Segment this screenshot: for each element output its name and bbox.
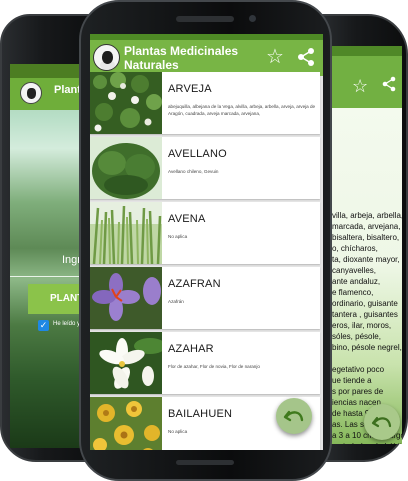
detail-text-line: variedades de hábito <box>332 441 402 444</box>
detail-text-line: egetativo poco <box>332 365 385 374</box>
plant-thumbnail <box>90 137 162 199</box>
app-logo-icon <box>20 82 42 104</box>
plant-list: ARVEJA abejuquilla, albejana de la Vega,… <box>90 72 323 450</box>
detail-text-line: ta, dioxante mayor, <box>332 255 400 264</box>
favorite-star-icon[interactable]: ☆ <box>264 46 286 68</box>
right-share-icon[interactable] <box>382 76 396 92</box>
right-undo-button[interactable] <box>364 404 400 440</box>
share-icon[interactable] <box>296 47 316 67</box>
detail-text-line: canyavelles, <box>332 266 377 275</box>
detail-text-line: o, chícharos, <box>332 244 378 253</box>
detail-text-line: bisaltera, bisaltero, <box>332 233 400 242</box>
detail-text-line: ordinario, guisante <box>332 299 398 308</box>
app-logo-icon <box>93 44 120 71</box>
detail-text-line: sóles, pésole, <box>332 332 381 341</box>
undo-arrow-icon <box>283 410 304 422</box>
plant-thumbnail <box>90 267 162 329</box>
plant-thumbnail <box>90 397 162 450</box>
plant-name: BAILAHUEN <box>168 408 233 420</box>
plant-common-names: No aplica <box>168 234 188 239</box>
detail-text-line: tantera , guisantes <box>332 310 398 319</box>
terms-checkbox[interactable]: ✓ <box>38 320 49 331</box>
plant-thumbnail <box>90 72 162 134</box>
plant-row-avellano[interactable]: AVELLANO Avellano chileno, Gevuin <box>90 137 320 199</box>
plant-row-avena[interactable]: AVENA No aplica <box>90 202 320 264</box>
bottom-speaker <box>176 460 234 465</box>
plant-name: AVELLANO <box>168 148 227 160</box>
plant-common-names: abejuquilla, albejana de la Vega, alvill… <box>168 104 316 116</box>
plant-name: AZAFRAN <box>168 278 221 290</box>
detail-text-line: s por pares de <box>332 387 384 396</box>
right-star-icon[interactable]: ☆ <box>352 76 368 97</box>
center-phone: Plantas Medicinales Naturales ☆ ARVEJA a… <box>79 0 332 481</box>
plant-name: AZAHAR <box>168 343 214 355</box>
detail-text-line: e flamenco, <box>332 288 374 297</box>
plant-row-azafran[interactable]: AZAFRAN Azafrán <box>90 267 320 329</box>
detail-text-line: bino, pésole negrel, <box>332 343 402 352</box>
plant-name: AVENA <box>168 213 206 225</box>
front-camera <box>249 15 256 22</box>
left-app-title: Plant <box>54 84 81 96</box>
undo-arrow-icon <box>371 416 392 428</box>
plant-name: ARVEJA <box>168 83 212 95</box>
promo-composition: Plant Ingr PLANTA ✓ He leído y en ☆ vill… <box>0 0 408 481</box>
detail-text-line: eros, ilar, moros, <box>332 321 392 330</box>
detail-text-line: villa, arbeja, arbella, <box>332 211 402 220</box>
right-phone-screen: ☆ villa, arbeja, arbella, marcada, arveja… <box>324 46 402 444</box>
right-app-bar: ☆ <box>324 46 402 108</box>
plant-common-names: Azafrán <box>168 299 184 304</box>
plant-common-names: Avellano chileno, Gevuin <box>168 169 219 174</box>
detail-text-line: marcada, arvejana, <box>332 222 401 231</box>
phone-screen: Plantas Medicinales Naturales ☆ ARVEJA a… <box>90 34 323 450</box>
plant-common-names: Flor de azahar, Flor de novia, Flor de n… <box>168 364 260 369</box>
detail-text-line: ante andaluz, <box>332 277 381 286</box>
app-toolbar: Plantas Medicinales Naturales ☆ <box>90 40 323 76</box>
plant-thumbnail <box>90 202 162 264</box>
plant-thumbnail <box>90 332 162 394</box>
plant-row-arveja[interactable]: ARVEJA abejuquilla, albejana de la Vega,… <box>90 72 320 134</box>
detail-text-line: ue tiende a <box>332 376 372 385</box>
app-title: Plantas Medicinales Naturales <box>124 44 239 72</box>
undo-button[interactable] <box>276 398 312 434</box>
plant-row-azahar[interactable]: AZAHAR Flor de azahar, Flor de novia, Fl… <box>90 332 320 394</box>
earpiece <box>176 16 234 22</box>
